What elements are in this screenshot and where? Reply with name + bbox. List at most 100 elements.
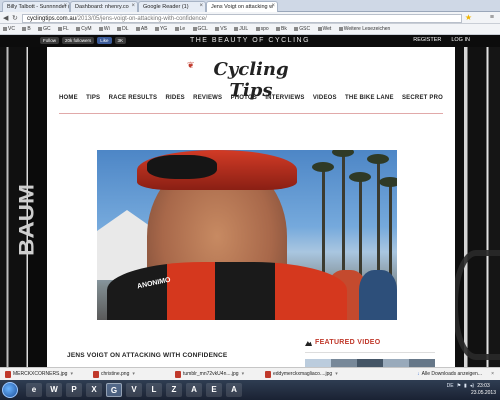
url-field[interactable]: cyclingtips.com.au/2013/05/jens-voigt-on… bbox=[22, 14, 462, 23]
bookmark-item[interactable]: YG bbox=[152, 24, 170, 32]
baum-brand-text: BAUM bbox=[14, 130, 39, 310]
nav-tips[interactable]: TIPS bbox=[86, 95, 100, 101]
url-host: cyclingtips.com.au bbox=[27, 16, 77, 22]
nav-home[interactable]: HOME bbox=[59, 95, 78, 101]
system-clock[interactable]: 23:03 23.05.2013 bbox=[471, 383, 496, 397]
bookmark-item[interactable]: AB bbox=[133, 24, 151, 32]
nav-race-results[interactable]: RACE RESULTS bbox=[109, 95, 158, 101]
browser-tab[interactable]: Google Reader (1) × bbox=[138, 1, 206, 12]
bookmark-item[interactable]: GSC bbox=[291, 24, 313, 32]
background-wheel bbox=[452, 250, 500, 360]
show-all-downloads-link[interactable]: Alle Downloads anzeigen... bbox=[417, 370, 482, 379]
clock-date: 23.05.2013 bbox=[470, 390, 496, 396]
favicon-icon bbox=[154, 26, 159, 31]
featured-divider bbox=[305, 352, 435, 353]
taskbar-app-acrobat[interactable]: A bbox=[186, 383, 202, 397]
bookmark-item[interactable]: VC bbox=[0, 24, 18, 32]
favicon-icon bbox=[255, 26, 260, 31]
palm-tree bbox=[379, 177, 397, 280]
bookmark-item[interactable]: B bbox=[19, 24, 33, 32]
article-title: JENS VOIGT ON ATTACKING WITH CONFIDENCE bbox=[67, 352, 228, 359]
network-icon[interactable]: ▮ bbox=[464, 383, 467, 389]
chevron-down-icon[interactable]: ▾ bbox=[132, 371, 135, 377]
bookmark-item[interactable]: DL bbox=[114, 24, 131, 32]
download-item[interactable]: MERCKXCORNERS.jpg ▾ bbox=[4, 370, 73, 379]
taskbar-app-explorer[interactable]: E bbox=[206, 383, 222, 397]
bookmark-item[interactable]: FL bbox=[55, 24, 72, 32]
downloads-bar: MERCKXCORNERS.jpg ▾ christine.png ▾ tumblr… bbox=[0, 367, 500, 380]
favicon-icon bbox=[117, 26, 122, 31]
taskbar-app-excel[interactable]: X bbox=[86, 383, 102, 397]
nav-videos[interactable]: VIDEOS bbox=[313, 95, 337, 101]
bookmark-star-icon[interactable]: ★ bbox=[465, 13, 472, 22]
taskbar-app[interactable]: Z bbox=[166, 383, 182, 397]
download-item[interactable]: christine.png ▾ bbox=[92, 370, 135, 379]
taskbar-app-word[interactable]: W bbox=[46, 383, 62, 397]
site-logo[interactable]: Cycling Tips bbox=[191, 59, 311, 101]
reload-icon[interactable]: ↻ bbox=[12, 14, 18, 22]
baum-letters: BAUM bbox=[14, 184, 39, 256]
bookmark-item[interactable]: Wi bbox=[96, 24, 113, 32]
login-link[interactable]: LOG IN bbox=[451, 37, 470, 43]
nav-secret-pro[interactable]: SECRET PRO bbox=[402, 95, 443, 101]
favicon-icon bbox=[192, 26, 197, 31]
favicon-icon bbox=[294, 26, 299, 31]
flag-icon[interactable]: ⚑ bbox=[457, 383, 461, 389]
browser-tab[interactable]: Dashboard: nhenry.co × bbox=[70, 1, 138, 12]
taskbar-app-powerpoint[interactable]: P bbox=[66, 383, 82, 397]
bookmark-item[interactable]: spo bbox=[253, 24, 272, 32]
menu-icon[interactable]: ≡ bbox=[490, 14, 494, 21]
taskbar-app[interactable]: L bbox=[146, 383, 162, 397]
taskbar-app-reader[interactable]: A bbox=[226, 383, 242, 397]
favicon-icon bbox=[215, 26, 220, 31]
bookmark-item[interactable]: GCL bbox=[190, 24, 211, 32]
featured-thumbnails[interactable] bbox=[305, 359, 435, 367]
close-icon[interactable]: × bbox=[271, 3, 275, 9]
page-content: ❦ Cycling Tips HOME TIPS RACE RESULTS RI… bbox=[47, 47, 455, 367]
bookmarks-bar: VC B GC FL CyM Wi DL AB YG Le GCL VS JUL… bbox=[0, 24, 500, 35]
close-icon[interactable]: × bbox=[63, 3, 67, 9]
favicon-icon bbox=[3, 26, 7, 31]
bookmark-item[interactable]: VS bbox=[212, 24, 230, 32]
nav-interviews[interactable]: INTERVIEWS bbox=[265, 95, 304, 101]
bookmark-item[interactable]: Le bbox=[172, 24, 189, 32]
chevron-down-icon[interactable]: ▾ bbox=[70, 371, 73, 377]
crowd bbox=[359, 270, 397, 320]
download-item[interactable]: eddymerckxmagliaco....jpg ▾ bbox=[264, 370, 338, 379]
rider-helmet bbox=[137, 150, 297, 190]
nav-rides[interactable]: RIDES bbox=[166, 95, 185, 101]
back-icon[interactable]: ◀ bbox=[3, 14, 8, 22]
download-item[interactable]: tumblr_mn72vkU4n....jpg ▾ bbox=[174, 370, 244, 379]
bookmark-item[interactable]: Wet bbox=[315, 24, 335, 32]
taskbar-app-chrome[interactable]: G bbox=[106, 383, 122, 397]
tab-label: Google Reader (1) bbox=[143, 4, 189, 10]
bookmarks-overflow[interactable]: Weitere Lesezeichen bbox=[336, 24, 394, 32]
taskbar-app-ie[interactable]: e bbox=[26, 383, 42, 397]
close-icon[interactable]: × bbox=[199, 3, 203, 9]
start-button[interactable] bbox=[2, 382, 18, 398]
browser-tab-active[interactable]: Jens Voigt on attacking w × bbox=[206, 1, 278, 12]
language-indicator[interactable]: DE bbox=[447, 383, 454, 389]
bookmark-item[interactable]: JUL bbox=[231, 24, 251, 32]
video-player[interactable]: ANONIMO bbox=[97, 150, 397, 320]
nav-photos[interactable]: PHOTOS bbox=[231, 95, 257, 101]
bookmark-item[interactable]: Bk bbox=[273, 24, 290, 32]
palm-tree bbox=[349, 172, 371, 280]
close-icon[interactable]: × bbox=[491, 370, 494, 379]
favicon-icon bbox=[57, 26, 62, 31]
bookmark-item[interactable]: GC bbox=[35, 24, 54, 32]
browser-tab-strip: Billy Talbott - Sunnnnder (× Dashboard: … bbox=[0, 0, 500, 12]
nav-reviews[interactable]: REVIEWS bbox=[193, 95, 222, 101]
taskbar-app-vlc[interactable]: V bbox=[126, 383, 142, 397]
chevron-down-icon[interactable]: ▾ bbox=[242, 371, 245, 377]
register-link[interactable]: REGISTER bbox=[413, 37, 441, 43]
windows-taskbar: e W P X G V L Z A E A DE ⚑ ▮ ◂) 23:03 23… bbox=[0, 380, 500, 400]
close-icon[interactable]: × bbox=[131, 3, 135, 9]
browser-tab[interactable]: Billy Talbott - Sunnnnder (× bbox=[2, 1, 70, 12]
favicon-icon bbox=[22, 26, 27, 31]
system-tray: DE ⚑ ▮ ◂) bbox=[447, 383, 474, 389]
bookmark-item[interactable]: CyM bbox=[73, 24, 94, 32]
nav-the-bike-lane[interactable]: THE BIKE LANE bbox=[345, 95, 394, 101]
chevron-down-icon[interactable]: ▾ bbox=[335, 371, 338, 377]
folder-icon bbox=[338, 26, 343, 31]
